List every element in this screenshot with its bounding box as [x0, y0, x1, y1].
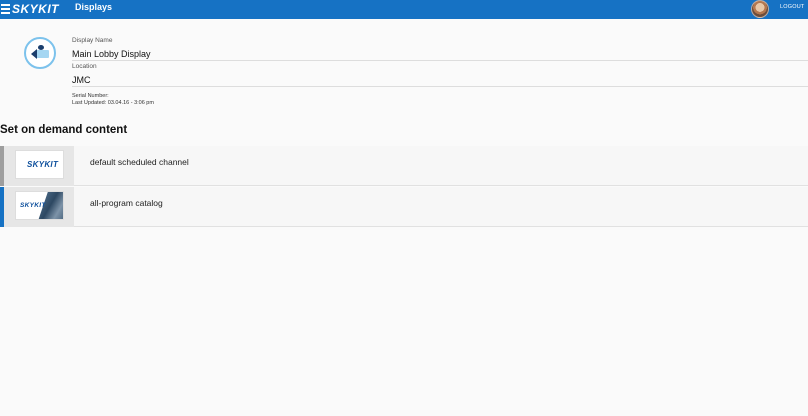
content-item-default-scheduled-channel[interactable]: SKYKIT default scheduled channel [0, 146, 808, 186]
section-title: Set on demand content [0, 124, 128, 136]
location-field[interactable]: JMC [72, 75, 91, 85]
display-name-field[interactable]: Main Lobby Display [72, 49, 151, 59]
display-name-underline [72, 60, 808, 61]
thumbnail-logo: SKYKIT [20, 202, 46, 209]
content-item-label: default scheduled channel [90, 157, 189, 167]
avatar[interactable] [751, 0, 769, 18]
logout-button[interactable]: LOGOUT [780, 4, 804, 10]
content-item-label: all-program catalog [90, 198, 163, 208]
top-bar: SKYKIT Displays LOGOUT [0, 0, 808, 19]
menu-icon[interactable] [1, 4, 10, 14]
thumbnail-container: SKYKIT [4, 187, 74, 227]
page-title: Displays [75, 2, 113, 12]
thumbnail-logo: SKYKIT [27, 160, 59, 169]
thumbnail: SKYKIT [15, 191, 64, 220]
thumbnail: SKYKIT [15, 150, 64, 179]
display-icon [24, 37, 56, 69]
last-updated: Last Updated: 03.04.16 - 3:06 pm [72, 100, 154, 106]
location-label: Location [72, 63, 97, 70]
brand-logo[interactable]: SKYKIT [12, 1, 59, 17]
display-name-label: Display Name [72, 37, 113, 44]
serial-number: Serial Number: [72, 93, 109, 99]
content-item-all-program-catalog[interactable]: SKYKIT all-program catalog [0, 187, 808, 227]
thumbnail-container: SKYKIT [4, 146, 74, 186]
location-underline [72, 86, 808, 87]
